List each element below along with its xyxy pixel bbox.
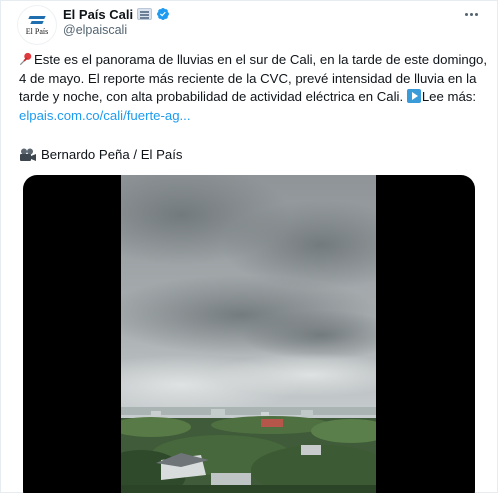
tweet-card: El País El País Cali @elpaiscali Este es… xyxy=(0,0,498,493)
dot-icon xyxy=(474,12,478,16)
video-frame[interactable] xyxy=(121,175,376,493)
tweet-header: El País El País Cali @elpaiscali xyxy=(1,1,497,49)
video-thumbnail-rainy-sky xyxy=(121,175,376,493)
author-name-row: El País Cali xyxy=(63,6,170,22)
newspaper-badge-icon[interactable] xyxy=(137,8,153,20)
credit-text: Bernardo Peña / El País xyxy=(41,147,183,162)
avatar[interactable]: El País xyxy=(17,5,57,45)
video-player[interactable] xyxy=(23,175,475,493)
avatar-logo-text: El País xyxy=(25,27,49,36)
more-options-icon[interactable] xyxy=(461,7,481,21)
play-button-icon xyxy=(406,89,421,103)
tweet-text: Este es el panorama de lluvias en el sur… xyxy=(19,51,489,125)
author-handle[interactable]: @elpaiscali xyxy=(63,23,127,37)
dot-icon xyxy=(469,12,473,16)
verified-badge-icon[interactable] xyxy=(156,7,170,21)
movie-camera-icon xyxy=(20,148,36,161)
pushpin-icon xyxy=(19,52,32,66)
author-name[interactable]: El País Cali xyxy=(63,7,133,22)
dot-icon xyxy=(464,12,468,16)
el-pais-logo-icon xyxy=(27,14,47,26)
photo-credit: Bernardo Peña / El País xyxy=(19,146,182,164)
read-more-label: Lee más: xyxy=(421,89,477,104)
article-link[interactable]: elpais.com.co/cali/fuerte-ag... xyxy=(19,108,191,123)
